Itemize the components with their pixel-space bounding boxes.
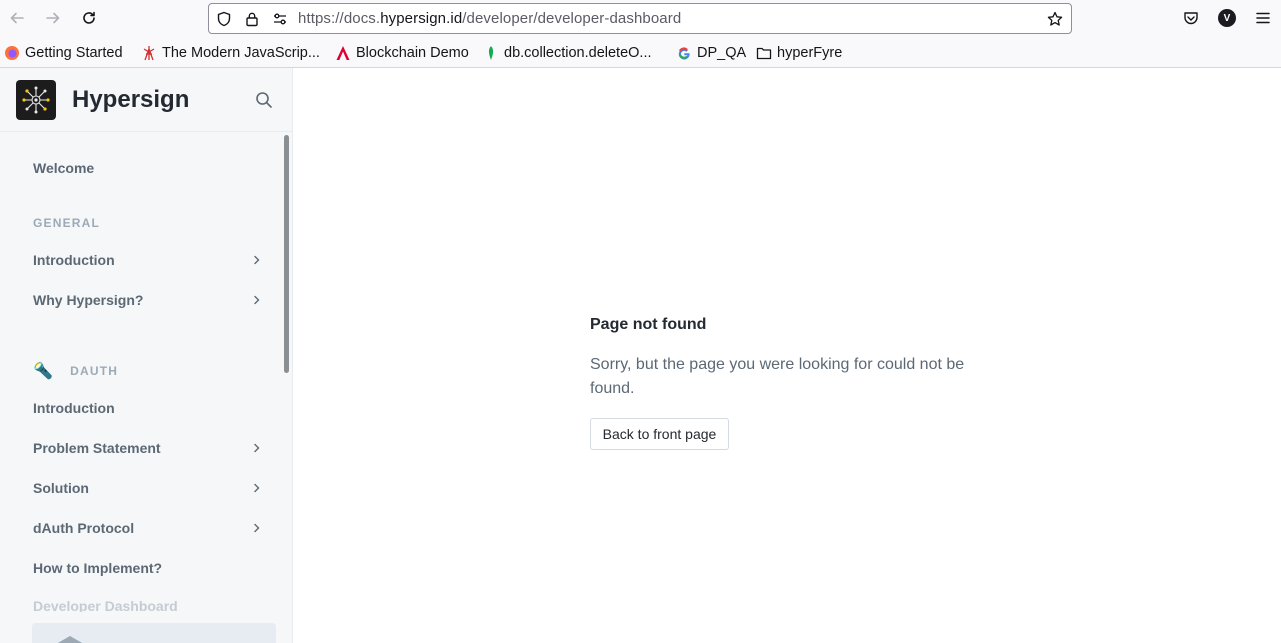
chevron-right-icon [251,442,263,454]
section-general: GENERAL [33,216,100,230]
bookmark-db-collection[interactable]: db.collection.deleteO... [483,44,652,62]
bookmark-label: DP_QA [697,45,747,61]
permissions-icon[interactable] [272,11,288,27]
chevron-right-icon [251,294,263,306]
section-dauth: 🔦 DAUTH [33,361,118,381]
sidebar-item-label: How to Implement? [33,560,163,576]
pocket-icon[interactable] [1181,8,1201,28]
url-host: hypersign.id [380,10,463,27]
address-bar[interactable]: https://docs.hypersign.id/developer/deve… [208,3,1072,34]
bookmark-folder-hyperfyre[interactable]: hyperFyre [756,44,842,62]
docs-sidebar: Hypersign Welcome GENERAL Introduction W… [0,68,293,643]
reload-icon[interactable] [79,8,99,28]
browser-toolbar: https://docs.hypersign.id/developer/deve… [0,0,1281,37]
bookmark-label: hyperFyre [777,45,843,61]
google-icon [676,45,692,61]
firefox-icon [4,45,20,61]
chevron-right-icon [251,254,263,266]
section-title: DAUTH [70,364,119,378]
sidebar-item-label: Solution [33,480,89,496]
url-text[interactable]: https://docs.hypersign.id/developer/deve… [298,10,681,27]
angular-icon [335,45,351,61]
chevron-right-icon [251,522,263,534]
chevron-right-icon [251,482,263,494]
bookmark-label: The Modern JavaScrip... [162,45,320,61]
account-avatar-icon[interactable]: V [1217,8,1237,28]
section-title: GENERAL [33,216,101,230]
sidebar-item-label: dAuth Protocol [33,520,135,536]
bookmark-label: Getting Started [25,45,123,61]
menu-hamburger-icon[interactable] [1253,8,1273,28]
sidebar-scrollbar[interactable] [284,135,289,373]
card-icon [57,636,83,643]
sidebar-item-label: Problem Statement [33,440,161,456]
tracking-shield-icon[interactable] [216,11,232,27]
search-icon[interactable] [254,90,274,110]
bookmark-blockchain-demo[interactable]: Blockchain Demo [335,44,469,62]
bookmark-modern-javascript[interactable]: The Modern JavaScrip... [141,44,320,62]
tower-icon [141,45,157,61]
sidebar-item-label: Why Hypersign? [33,292,144,308]
sidebar-item-label: Introduction [33,252,115,268]
main-content: Page not found Sorry, but the page you w… [293,68,1281,643]
hypersign-logo-icon [16,80,56,120]
sidebar-item-label: Developer Dashboard [33,598,178,612]
bookmark-star-icon[interactable] [1047,11,1063,27]
brand[interactable]: Hypersign [16,80,189,120]
folder-icon [756,45,772,61]
lock-icon[interactable] [244,11,260,27]
url-prefix: https://docs. [298,10,381,27]
back-arrow-icon[interactable] [7,8,27,28]
sidebar-footer-card[interactable] [32,623,276,643]
bookmark-dp-qa[interactable]: DP_QA [676,44,746,62]
sidebar-item-why-hypersign[interactable]: Why Hypersign? [33,288,263,312]
sidebar-item-dauth-introduction[interactable]: Introduction [33,396,263,420]
sidebar-item-problem-statement[interactable]: Problem Statement [33,436,263,460]
back-to-front-page-button[interactable]: Back to front page [590,418,729,450]
not-found-message: Sorry, but the page you were looking for… [590,356,965,397]
brand-title: Hypersign [72,86,190,113]
page-title: Page not found [590,316,707,333]
sidebar-item-welcome[interactable]: Welcome [33,156,263,180]
sidebar-item-label: Welcome [33,160,95,176]
bookmark-label: db.collection.deleteO... [504,45,652,61]
bookmark-getting-started[interactable]: Getting Started [4,44,123,62]
sidebar-item-solution[interactable]: Solution [33,476,263,500]
sidebar-item-developer-dashboard[interactable]: Developer Dashboard [33,598,263,612]
forward-arrow-icon[interactable] [43,8,63,28]
sidebar-item-introduction[interactable]: Introduction [33,248,263,272]
url-path: /developer/developer-dashboard [462,10,682,27]
mongodb-leaf-icon [483,45,499,61]
sidebar-item-how-to-implement[interactable]: How to Implement? [33,556,263,580]
sidebar-divider [0,131,292,132]
bookmark-label: Blockchain Demo [356,45,469,61]
flashlight-icon: 🔦 [33,363,55,380]
bookmarks-toolbar: Getting Started The Modern JavaScrip... … [0,37,1281,68]
sidebar-item-dauth-protocol[interactable]: dAuth Protocol [33,516,263,540]
sidebar-item-label: Introduction [33,400,115,416]
account-initial: V [1218,9,1236,27]
